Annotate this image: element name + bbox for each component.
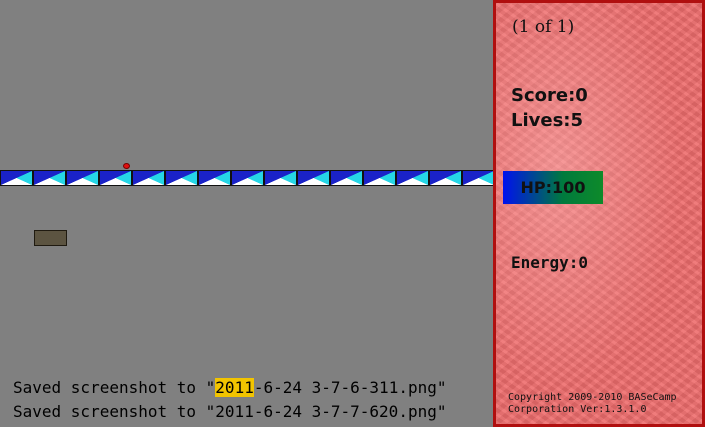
copyright-line: Copyright 2009-2010 BASeCamp [508,392,677,403]
hp-label: HP:100 [520,178,586,197]
hp-bar: HP:100 [503,171,603,204]
brick [165,170,198,186]
console-message: Saved screenshot to "2011-6-24 3-7-7-620… [13,402,447,421]
lives-label: Lives:5 [511,110,584,131]
brick-row [0,170,493,186]
brick [330,170,363,186]
console-message-highlight: 2011 [215,378,254,397]
brick [0,170,33,186]
brick [429,170,462,186]
brick [264,170,297,186]
brick [132,170,165,186]
ball [123,163,130,169]
energy-label: Energy:0 [511,253,589,272]
brick [198,170,231,186]
console-message-prefix: Saved screenshot to " [13,378,216,397]
brick [33,170,66,186]
brick [363,170,396,186]
brick [66,170,99,186]
hud-panel: (1 of 1) Score:0 Lives:5 HP:100 Energy:0… [493,0,705,427]
brick [99,170,132,186]
paddle[interactable] [34,230,67,246]
level-indicator: (1 of 1) [512,17,575,37]
console-message: Saved screenshot to "2011-6-24 3-7-6-311… [13,378,447,397]
brick [462,170,493,186]
console-message-suffix: -6-24 3-7-6-311.png" [253,378,447,397]
score-label: Score:0 [511,85,588,106]
copyright-notice: Copyright 2009-2010 BASeCamp Corporation… [508,392,698,416]
brick [396,170,429,186]
brick [231,170,264,186]
playfield: Saved screenshot to "2011-6-24 3-7-6-311… [0,0,493,427]
brick [297,170,330,186]
version-line: Corporation Ver:1.3.1.0 [508,404,647,415]
